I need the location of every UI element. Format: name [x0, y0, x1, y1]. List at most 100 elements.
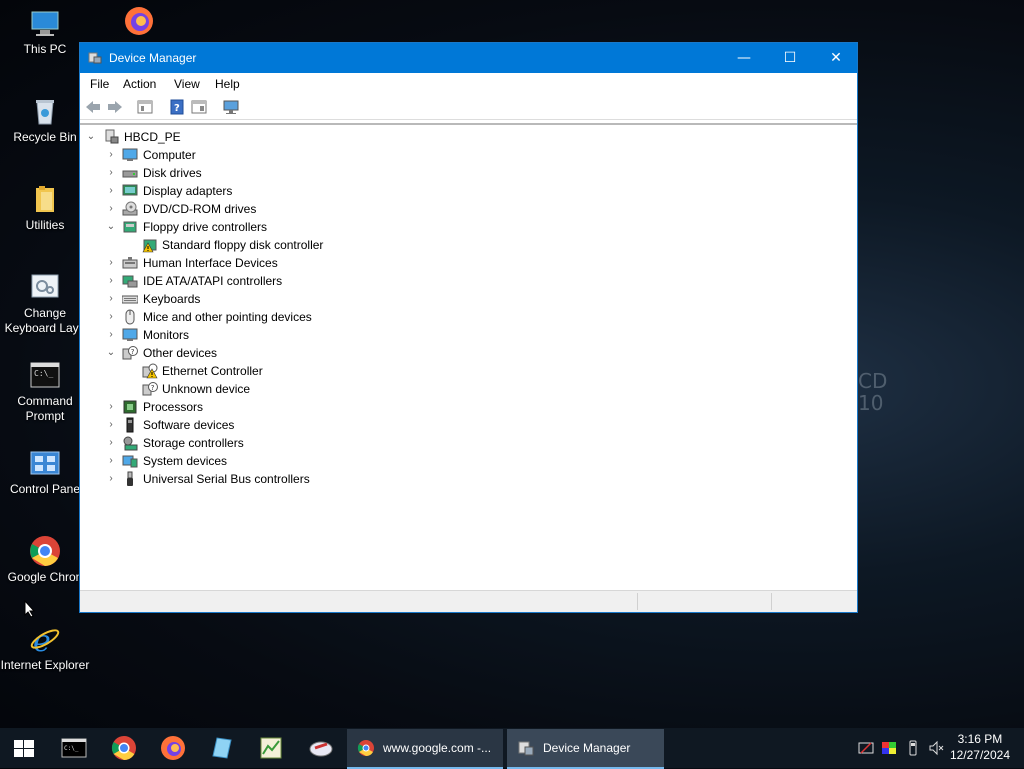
close-button[interactable]: ✕: [813, 43, 859, 73]
tree-item-label: Floppy drive controllers: [143, 220, 268, 234]
computer-icon: [29, 7, 61, 39]
tree-item-other-devices[interactable]: ⌄ ? Other devices: [80, 344, 480, 362]
chrome-icon: [111, 736, 136, 760]
menu-file[interactable]: File: [90, 77, 109, 91]
chevron-down-icon[interactable]: ⌄: [106, 218, 116, 236]
show-hide-console-tree-icon[interactable]: [190, 99, 208, 115]
svg-text:C:\_: C:\_: [34, 369, 53, 378]
chevron-right-icon[interactable]: ›: [106, 416, 116, 434]
tree-root-label: HBCD_PE: [124, 130, 181, 144]
taskbar-app-6[interactable]: [307, 734, 335, 762]
tree-item-label: DVD/CD-ROM drives: [143, 202, 257, 216]
menu-action[interactable]: Action: [123, 77, 156, 91]
chevron-right-icon[interactable]: ›: [106, 470, 116, 488]
tree-item-mice[interactable]: › Mice and other pointing devices: [80, 308, 480, 326]
desktop-icon-recycle-bin[interactable]: Recycle Bin: [0, 95, 90, 145]
desktop-icon-internet-explorer[interactable]: e Internet Explorer: [0, 623, 90, 673]
tree-item-software-devices[interactable]: › Software devices: [80, 416, 480, 434]
forward-arrow-icon[interactable]: [106, 99, 124, 115]
display-tray-icon[interactable]: [881, 740, 897, 756]
chevron-right-icon[interactable]: ›: [106, 398, 116, 416]
tree-item-label: Other devices: [143, 346, 218, 360]
chevron-right-icon[interactable]: ›: [106, 146, 116, 164]
network-tray-icon[interactable]: [858, 740, 874, 756]
desktop-icon-this-pc[interactable]: This PC: [0, 7, 90, 57]
chevron-right-icon[interactable]: ›: [106, 326, 116, 344]
disk-drive-icon: [122, 165, 138, 181]
firefox-icon: [123, 5, 155, 37]
taskbar-window-chrome[interactable]: www.google.com -...: [347, 729, 503, 769]
properties-view-icon[interactable]: [136, 99, 154, 115]
tree-item-human-interface-devices[interactable]: › Human Interface Devices: [80, 254, 480, 272]
recycle-bin-icon: [29, 95, 61, 127]
system-clock[interactable]: 3:16 PM 12/27/2024: [950, 731, 1010, 763]
notes-app-icon: [212, 737, 232, 759]
chevron-right-icon[interactable]: ›: [106, 164, 116, 182]
tree-item-floppy-drive-controllers[interactable]: ⌄ Floppy drive controllers: [80, 218, 480, 236]
desktop-icon-control-panel[interactable]: Control Pane: [0, 447, 90, 497]
chevron-right-icon[interactable]: ›: [106, 182, 116, 200]
desktop-icon-utilities[interactable]: Utilities: [0, 183, 90, 233]
scan-hardware-icon[interactable]: [222, 99, 240, 115]
taskbar-app-4[interactable]: [208, 734, 236, 762]
taskbar-chrome[interactable]: [110, 734, 138, 762]
desktop-icon-label: Google Chron: [7, 570, 83, 584]
tree-item-monitors[interactable]: › Monitors: [80, 326, 480, 344]
device-manager-window: Device Manager — ☐ ✕ File Action View He…: [79, 42, 858, 613]
tree-item-display-adapters[interactable]: › Display adapters: [80, 182, 480, 200]
tree-item-storage-controllers[interactable]: › Storage controllers: [80, 434, 480, 452]
desktop-icon-change-keyboard-layout[interactable]: Change Keyboard Layo: [0, 271, 90, 336]
processor-icon: [122, 399, 138, 415]
volume-muted-icon[interactable]: [928, 740, 944, 756]
maximize-button[interactable]: ☐: [767, 43, 813, 73]
taskbar-command-prompt[interactable]: C:\_: [60, 734, 88, 762]
chevron-right-icon[interactable]: ›: [106, 308, 116, 326]
chevron-right-icon[interactable]: ›: [106, 452, 116, 470]
chart-app-icon: [260, 737, 282, 759]
tree-item-keyboards[interactable]: › Keyboards: [80, 290, 480, 308]
tree-item-computer[interactable]: › Computer: [80, 146, 480, 164]
chevron-right-icon[interactable]: ›: [106, 290, 116, 308]
folder-icon: [29, 183, 61, 215]
minimize-button[interactable]: —: [721, 43, 767, 73]
tree-item-label: Software devices: [143, 418, 235, 432]
taskbar-window-label: www.google.com -...: [383, 741, 492, 755]
tree-item-system-devices[interactable]: › System devices: [80, 452, 480, 470]
start-button[interactable]: [10, 734, 38, 762]
chevron-right-icon[interactable]: ›: [106, 272, 116, 290]
floppy-controller-icon: [122, 219, 138, 235]
desktop-icon-google-chrome[interactable]: Google Chron: [0, 535, 90, 585]
monitor-icon: [122, 327, 138, 343]
taskbar-app-5[interactable]: [257, 734, 285, 762]
warning-device-icon: [142, 363, 158, 379]
help-icon[interactable]: ?: [168, 99, 186, 115]
chevron-right-icon[interactable]: ›: [106, 200, 116, 218]
tree-root[interactable]: ⌄ HBCD_PE: [80, 128, 380, 146]
desktop-icon-command-prompt[interactable]: C:\_ Command Prompt: [0, 359, 90, 424]
back-arrow-icon[interactable]: [84, 99, 102, 115]
tree-item-usb-controllers[interactable]: › Universal Serial Bus controllers: [80, 470, 480, 488]
tree-item-standard-floppy-disk-controller[interactable]: Standard floppy disk controller: [80, 236, 480, 254]
tree-item-processors[interactable]: › Processors: [80, 398, 480, 416]
tree-item-unknown-device[interactable]: ? Unknown device: [80, 380, 480, 398]
chevron-down-icon[interactable]: ⌄: [86, 128, 96, 146]
menu-bar: File Action View Help: [80, 73, 857, 95]
usb-tray-icon[interactable]: [905, 740, 921, 756]
tree-item-disk-drives[interactable]: › Disk drives: [80, 164, 480, 182]
desktop-icon-firefox[interactable]: [94, 5, 184, 40]
menu-view[interactable]: View: [174, 77, 200, 91]
taskbar-firefox[interactable]: [159, 734, 187, 762]
ide-controller-icon: [122, 273, 138, 289]
title-bar[interactable]: Device Manager — ☐ ✕: [80, 43, 857, 73]
chevron-down-icon[interactable]: ⌄: [106, 344, 116, 362]
taskbar-window-device-manager[interactable]: Device Manager: [507, 729, 664, 769]
windows-logo-icon: [14, 740, 34, 757]
tree-item-ide-ata-atapi[interactable]: › IDE ATA/ATAPI controllers: [80, 272, 480, 290]
tree-item-ethernet-controller[interactable]: Ethernet Controller: [80, 362, 480, 380]
tree-item-dvd-cd-rom[interactable]: › DVD/CD-ROM drives: [80, 200, 480, 218]
hid-icon: [122, 255, 138, 271]
chevron-right-icon[interactable]: ›: [106, 434, 116, 452]
status-divider: [637, 593, 638, 610]
menu-help[interactable]: Help: [215, 77, 240, 91]
chevron-right-icon[interactable]: ›: [106, 254, 116, 272]
